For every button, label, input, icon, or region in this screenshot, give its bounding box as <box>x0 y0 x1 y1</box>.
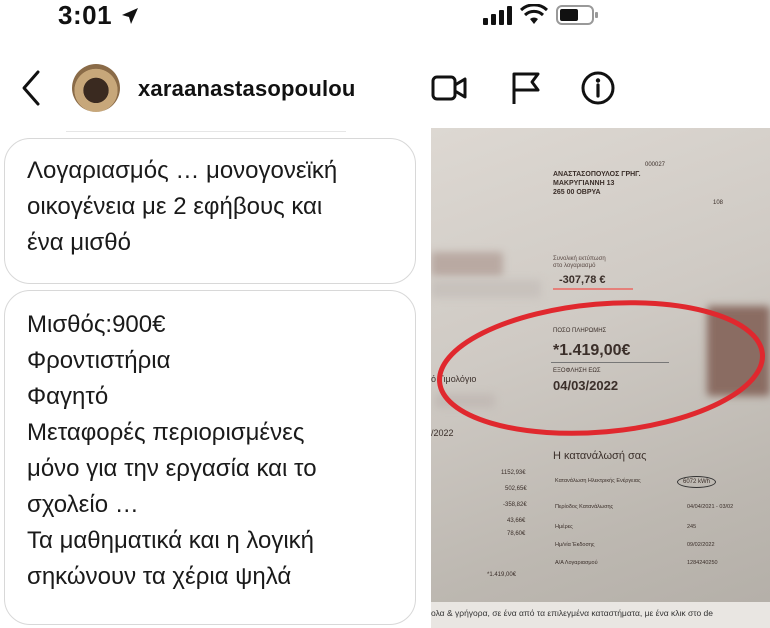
back-arrow-icon[interactable] <box>16 66 46 110</box>
wifi-icon <box>520 4 548 24</box>
message-bubble[interactable]: Λογαριασμός … μονογονεϊκή οικογένεια με … <box>4 138 416 284</box>
flag-icon[interactable] <box>506 70 546 106</box>
location-arrow-icon <box>121 8 138 24</box>
message-line: Φροντιστήρια <box>27 347 171 374</box>
message-line: ένα μισθό <box>27 229 131 256</box>
message-line: σχολείο … <box>27 491 139 518</box>
signal-icon <box>483 6 512 25</box>
chat-header: xaraanastasopoulou <box>0 58 770 122</box>
highlight-circle <box>437 300 765 436</box>
message-line: μόνο για την εργασία και το <box>27 455 317 482</box>
video-call-icon[interactable] <box>430 70 470 106</box>
message-line: Λογαριασμός … μονογονεϊκή <box>27 157 338 184</box>
message-line: σηκώνουν τα χέρια ψηλά <box>27 563 292 590</box>
message-line: Τα μαθηματικά και η λογική <box>27 527 314 554</box>
message-line: Φαγητό <box>27 383 109 410</box>
bill-photo[interactable]: 000027 ΑΝΑΣΤΑΣΟΠΟΥΛΟΣ ΓΡΗΓ. ΜΑΚΡΥΓΙΑΝΝΗ … <box>431 128 770 628</box>
battery-icon <box>556 5 598 25</box>
message-line: Μισθός:900€ <box>27 311 166 338</box>
status-icons <box>482 4 600 26</box>
message-line: οικογένεια με 2 εφήβους και <box>27 193 323 220</box>
status-time: 3:01 <box>58 0 140 31</box>
avatar[interactable] <box>72 64 120 112</box>
message-bubble[interactable]: Μισθός:900€ Φροντιστήρια Φαγητό Μεταφορέ… <box>4 290 416 625</box>
message-line: Μεταφορές περιορισμένες <box>27 419 305 446</box>
info-icon[interactable] <box>578 70 618 106</box>
status-bar: 3:01 <box>0 0 770 40</box>
username[interactable]: xaraanastasopoulou <box>138 76 356 102</box>
previous-message-edge <box>66 131 346 132</box>
